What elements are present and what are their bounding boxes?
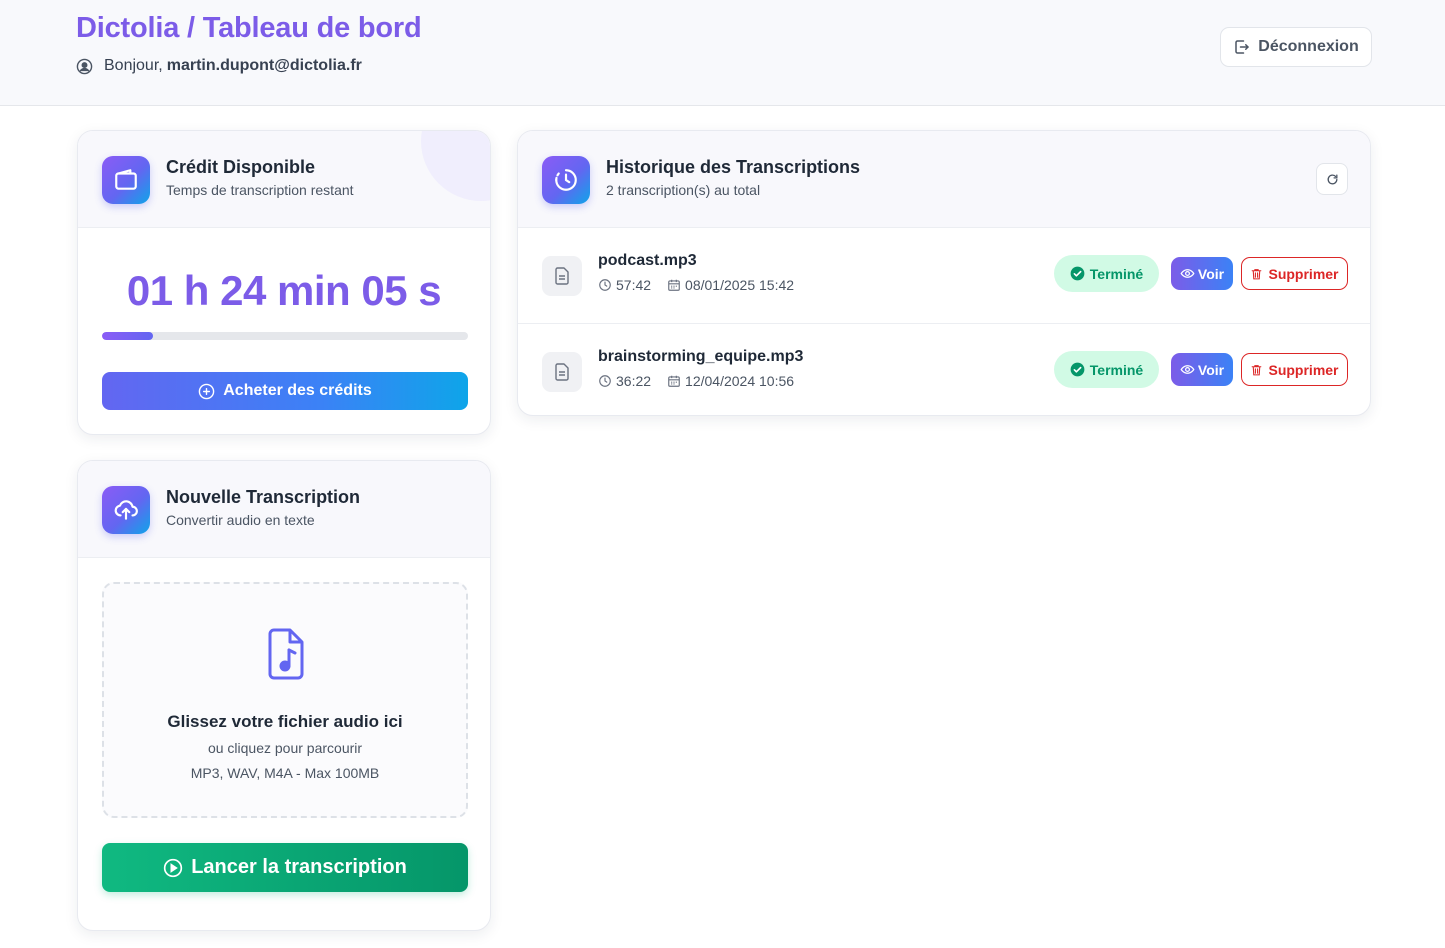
history-card: Historique des Transcriptions 2 transcri… — [517, 130, 1371, 416]
user-email: martin.dupont@dictolia.fr — [166, 57, 362, 74]
cloud-upload-icon — [114, 500, 138, 520]
dropzone-formats: MP3, WAV, M4A - Max 100MB — [190, 765, 380, 781]
credit-remaining: 01 h 24 min 05 s — [126, 267, 442, 314]
file-date: 12/04/2024 10:56 — [685, 373, 795, 389]
check-circle-icon — [1070, 266, 1085, 281]
document-icon-tile — [542, 352, 582, 392]
audio-dropzone[interactable]: Glissez votre fichier audio ici ou cliqu… — [102, 582, 468, 818]
upload-subtitle: Convertir audio en texte — [166, 512, 315, 528]
credit-progress-bar — [102, 332, 468, 340]
history-title: Historique des Transcriptions — [606, 157, 861, 177]
clock-icon — [599, 375, 611, 387]
status-badge: Terminé — [1054, 255, 1159, 292]
user-greeting: Bonjour, martin.dupont@dictolia.fr — [76, 57, 362, 75]
view-label: Voir — [1197, 361, 1225, 378]
history-subtitle: 2 transcription(s) au total — [606, 182, 761, 198]
trash-icon — [1252, 268, 1262, 279]
check-circle-icon — [1070, 362, 1085, 377]
top-header: Dictolia / Tableau de bord Bonjour, mart… — [0, 0, 1445, 106]
credit-title: Crédit Disponible — [166, 157, 316, 177]
file-meta: 57:42 08/01/2025 15:42 — [598, 277, 794, 293]
trash-icon — [1252, 364, 1262, 375]
file-name: podcast.mp3 — [598, 252, 697, 269]
new-transcription-card: Nouvelle Transcription Convertir audio e… — [77, 460, 491, 931]
credit-subtitle: Temps de transcription restant — [166, 182, 354, 198]
file-duration: 57:42 — [616, 277, 652, 293]
logout-button[interactable]: Déconnexion — [1220, 27, 1372, 67]
delete-label: Supprimer — [1268, 265, 1339, 282]
file-duration: 36:22 — [616, 373, 652, 389]
eye-icon — [1180, 365, 1195, 374]
file-date: 08/01/2025 15:42 — [685, 277, 795, 293]
upload-card-header: Nouvelle Transcription Convertir audio e… — [78, 461, 490, 558]
plus-circle-icon — [198, 383, 215, 399]
calendar-icon — [668, 375, 680, 387]
start-transcription-label: Lancer la transcription — [191, 856, 407, 878]
refresh-button[interactable] — [1316, 163, 1348, 195]
document-icon — [555, 267, 569, 285]
delete-button[interactable]: Supprimer — [1241, 257, 1348, 290]
document-icon — [555, 363, 569, 381]
cloud-upload-icon-tile — [102, 486, 150, 534]
history-card-header: Historique des Transcriptions 2 transcri… — [518, 131, 1370, 228]
credit-card-header: Crédit Disponible Temps de transcription… — [78, 131, 490, 228]
file-name: brainstorming_equipe.mp3 — [598, 348, 804, 365]
status-badge: Terminé — [1054, 351, 1159, 388]
delete-button[interactable]: Supprimer — [1241, 353, 1348, 386]
view-button[interactable]: Voir — [1171, 353, 1233, 386]
wallet-icon — [115, 169, 137, 190]
dropzone-title: Glissez votre fichier audio ici — [167, 712, 403, 731]
wallet-icon-tile — [102, 156, 150, 204]
dropzone-subtitle: ou cliquez pour parcourir — [207, 740, 363, 756]
view-button[interactable]: Voir — [1171, 257, 1233, 290]
status-label: Terminé — [1089, 265, 1144, 282]
history-icon-tile — [542, 156, 590, 204]
transcription-row: brainstorming_equipe.mp3 36:22 12/04/202… — [518, 323, 1370, 415]
credit-progress-fill — [102, 332, 154, 340]
view-label: Voir — [1197, 265, 1225, 282]
user-circle-icon — [76, 58, 93, 74]
calendar-icon — [668, 279, 680, 291]
delete-label: Supprimer — [1268, 361, 1339, 378]
upload-title: Nouvelle Transcription — [166, 487, 361, 507]
eye-icon — [1180, 269, 1195, 278]
audio-file-icon — [268, 628, 304, 680]
status-label: Terminé — [1089, 361, 1144, 378]
play-circle-icon — [164, 858, 183, 877]
credit-card: Crédit Disponible Temps de transcription… — [77, 130, 491, 435]
logout-label: Déconnexion — [1258, 38, 1359, 55]
document-icon-tile — [542, 256, 582, 296]
refresh-icon — [1327, 173, 1337, 184]
start-transcription-button[interactable]: Lancer la transcription — [102, 843, 468, 892]
page-title: Dictolia / Tableau de bord — [76, 12, 422, 44]
history-clock-icon — [555, 169, 577, 191]
file-meta: 36:22 12/04/2024 10:56 — [598, 373, 794, 389]
buy-credits-label: Acheter des crédits — [223, 382, 372, 399]
logout-icon — [1235, 40, 1250, 54]
decorative-circle — [421, 131, 490, 201]
buy-credits-button[interactable]: Acheter des crédits — [102, 372, 468, 410]
transcription-row: podcast.mp3 57:42 08/01/2025 15:42 Termi… — [518, 228, 1370, 323]
greeting-prefix: Bonjour, — [104, 57, 163, 74]
clock-icon — [599, 279, 611, 291]
